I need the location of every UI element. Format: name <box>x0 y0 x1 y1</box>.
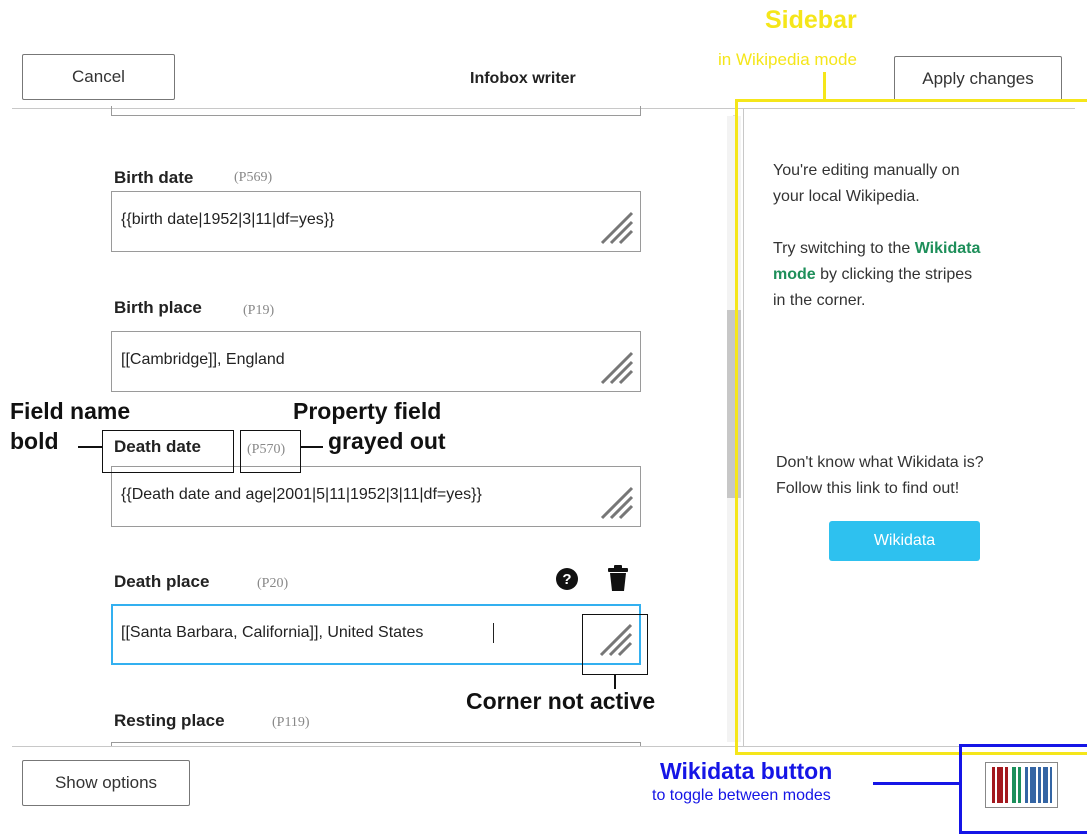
stripes-corner-icon[interactable] <box>594 484 634 520</box>
annotation-wikidata-connector <box>873 782 961 785</box>
trash-icon[interactable] <box>606 564 630 592</box>
field-value: {{birth date|1952|3|11|df=yes}} <box>121 211 335 228</box>
annotation-property-grayed: grayed out <box>328 428 446 454</box>
field-property-resting-place: (P119) <box>272 715 310 730</box>
annotation-sidebar-subtitle: in Wikipedia mode <box>718 50 857 69</box>
annotation-sidebar-title: Sidebar <box>765 6 857 34</box>
field-input-birth-place[interactable]: [[Cambridge]], England <box>111 331 641 392</box>
field-value: {{Death date and age|2001|5|11|1952|3|11… <box>121 486 482 503</box>
field-property-birth-place: (P19) <box>243 303 275 318</box>
cancel-button[interactable]: Cancel <box>22 54 175 100</box>
annotation-sidebar-frame <box>735 99 1087 755</box>
field-value: [[Cambridge]], England <box>121 351 285 368</box>
stripes-corner-icon[interactable] <box>594 349 634 385</box>
annotation-wikidata-button: Wikidata button <box>660 758 833 784</box>
annotation-property-box <box>240 430 301 473</box>
field-input-death-date[interactable]: {{Death date and age|2001|5|11|1952|3|11… <box>111 466 641 527</box>
field-property-death-place: (P20) <box>257 576 289 591</box>
field-value: [[Santa Barbara, California]], United St… <box>121 624 424 641</box>
text-caret <box>493 623 494 643</box>
apply-changes-button[interactable]: Apply changes <box>894 56 1062 102</box>
annotation-field-name-connector <box>78 446 102 448</box>
annotation-property-connector <box>301 446 323 448</box>
field-input-death-place[interactable]: [[Santa Barbara, California]], United St… <box>111 604 641 665</box>
annotation-field-name: Field name <box>10 398 131 424</box>
question-circle-icon[interactable]: ? <box>555 567 579 591</box>
field-label-death-place: Death place <box>114 572 210 591</box>
dialog-title: Infobox writer <box>470 70 576 87</box>
field-input-resting-place[interactable] <box>111 742 641 746</box>
svg-text:?: ? <box>562 571 571 588</box>
annotation-sidebar-connector <box>823 72 826 100</box>
field-label-resting-place: Resting place <box>114 711 225 730</box>
field-label-birth-date: Birth date <box>114 168 194 187</box>
show-options-button[interactable]: Show options <box>22 760 190 806</box>
field-input-birth-date[interactable]: {{birth date|1952|3|11|df=yes}} <box>111 191 641 252</box>
field-label-birth-place: Birth place <box>114 298 202 317</box>
annotation-corner-connector <box>614 675 616 689</box>
annotation-field-name-box <box>102 430 234 473</box>
annotation-field-name-bold: bold <box>10 428 59 454</box>
field-property-birth-date: (P569) <box>234 170 273 185</box>
annotation-property-field: Property field <box>293 398 442 424</box>
previous-field-box[interactable] <box>111 106 641 116</box>
annotation-corner-not-active: Corner not active <box>466 688 656 714</box>
annotation-wikidata-frame <box>959 744 1087 834</box>
annotation-corner-box <box>582 614 648 675</box>
annotation-wikidata-button-sub: to toggle between modes <box>652 787 831 804</box>
stripes-corner-icon[interactable] <box>594 209 634 245</box>
